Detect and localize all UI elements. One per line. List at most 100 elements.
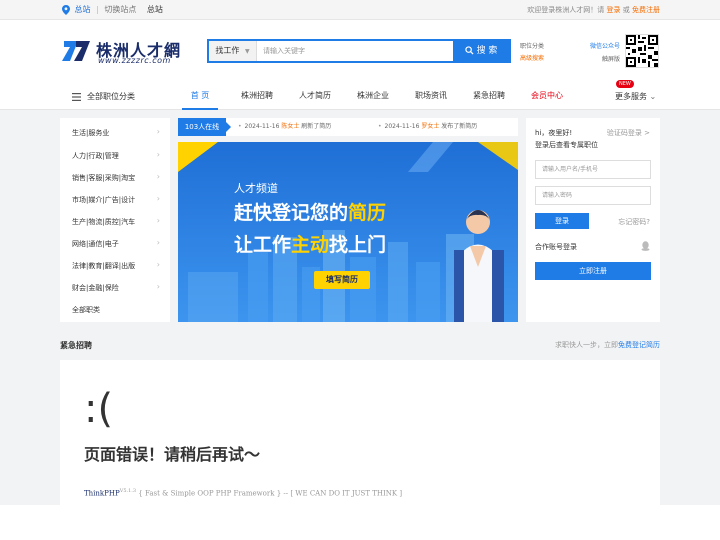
banner-line-2: 让工作主动找上门 (234, 234, 387, 256)
urgent-section-header: 紧急招聘 求职快人一步，立即免费登记简历 (60, 334, 660, 358)
urgent-title: 紧急招聘 (60, 341, 92, 350)
fill-resume-button[interactable]: 填写简历 (314, 271, 370, 289)
code-login-link[interactable]: 验证码登录 > (607, 128, 650, 138)
ticker-entry[interactable]: • 2024-11-16 陈女士 刷新了简历 (238, 118, 331, 136)
category-item[interactable]: 销售|客服|采购|淘宝 › (72, 172, 160, 183)
nav-zhuzhou-jobs[interactable]: 株洲招聘 (236, 82, 278, 110)
advanced-search-link[interactable]: 高级搜索 (520, 53, 544, 65)
framework-slogan: { Fast & Simple OOP PHP Framework } -- [… (138, 489, 403, 498)
category-label: 人力|行政|管理 (72, 152, 119, 160)
category-label: 财会|金融|保险 (72, 284, 119, 292)
chevron-right-icon: › (156, 150, 160, 159)
top-login-link[interactable]: 登录 (607, 6, 621, 14)
main-site-link[interactable]: 总站 (147, 5, 163, 14)
register-button[interactable]: 立即注册 (535, 262, 651, 280)
chevron-right-icon: › (156, 216, 160, 225)
header-links: 职位分类 高级搜索 (520, 41, 544, 65)
search-type-select[interactable]: 找工作 ▼ (209, 41, 257, 61)
category-item[interactable]: 生产|物流|质控|汽车 › (72, 216, 160, 227)
qr-code-icon (626, 35, 658, 67)
ticker-entry[interactable]: • 2024-11-16 罗女士 发布了新简历 (378, 118, 477, 136)
category-item[interactable]: 网络|通信|电子 › (72, 238, 160, 249)
banner-line-1: 赶快登记您的简历 (234, 202, 387, 224)
nav-home[interactable]: 首 页 (182, 82, 218, 110)
online-count: 103人在线 (178, 118, 231, 136)
chevron-right-icon: › (156, 238, 160, 247)
greeting: hi，夜里好! (535, 129, 573, 137)
chevron-right-icon: › (156, 260, 160, 269)
search-input[interactable] (263, 43, 453, 59)
chevron-right-icon: › (156, 172, 160, 181)
password-input[interactable] (535, 186, 651, 205)
framework-footer: ThinkPHPV5.1.3 { Fast & Simple OOP PHP F… (84, 488, 402, 497)
touch-screen-link[interactable]: 触屏版 (588, 53, 620, 66)
ticker-name: 陈女士 (281, 123, 300, 130)
promo-banner[interactable]: 人才频道 赶快登记您的简历 让工作主动找上门 填写简历 (178, 142, 518, 322)
search-bar: 找工作 ▼ 搜 索 (207, 39, 511, 63)
chevron-right-icon: › (156, 127, 160, 136)
framework-name[interactable]: ThinkPHP (84, 489, 120, 497)
category-item[interactable]: 法律|教育|翻译|出版 › (72, 260, 160, 271)
login-subtitle: 登录后查看专属职位 (535, 141, 598, 149)
activity-ticker: 103人在线 • 2024-11-16 陈女士 刷新了简历 • 2024-11-16… (178, 118, 518, 136)
page-bottom (0, 505, 720, 540)
forgot-password-link[interactable]: 忘记密码? (618, 217, 650, 227)
register-resume-link[interactable]: 免费登记简历 (618, 341, 660, 349)
new-badge: NEW (616, 80, 634, 88)
search-type-label: 找工作 (215, 46, 240, 55)
category-label: 全部职类 (72, 306, 100, 314)
ticker-date: 2024-11-16 (384, 123, 420, 130)
all-categories-label: 全部职位分类 (87, 92, 135, 101)
nav-member-center[interactable]: 会员中心 (526, 82, 568, 110)
search-button[interactable]: 搜 索 (453, 41, 509, 61)
wechat-links: 微信公众号 触屏版 (588, 40, 620, 66)
top-bar: 总站 | 切换站点 总站 欢迎登录株洲人才网！请 登录 或 免费注册 (0, 0, 720, 20)
nav-career-news[interactable]: 职场资讯 (410, 82, 452, 110)
location-pin-icon (62, 4, 70, 15)
chevron-right-icon: › (156, 194, 160, 203)
category-label: 生产|物流|质控|汽车 (72, 218, 136, 226)
category-label: 网络|通信|电子 (72, 240, 119, 248)
error-face: :( (84, 386, 114, 432)
banner-tag: 人才频道 (234, 182, 278, 195)
wechat-link[interactable]: 微信公众号 (588, 40, 620, 53)
or-text: 或 (622, 6, 630, 14)
login-panel: hi，夜里好! 验证码登录 > 登录后查看专属职位 登录 忘记密码? 合作账号登… (526, 118, 660, 322)
category-item[interactable]: 生活|服务业 › (72, 127, 160, 138)
logo-mark-icon (62, 41, 90, 61)
menu-icon (72, 92, 81, 101)
category-label: 市场|媒介|广告|设计 (72, 196, 136, 204)
chevron-down-icon: ▼ (244, 48, 250, 55)
all-categories-button[interactable]: 全部职位分类 (72, 91, 135, 102)
top-welcome: 欢迎登录株洲人才网！请 登录 或 免费注册 (527, 0, 660, 20)
ticker-date: 2024-11-16 (244, 123, 280, 130)
nav-resumes[interactable]: 人才简历 (294, 82, 336, 110)
logo-en: www.zzzzrc.com (98, 56, 171, 65)
switch-site-link[interactable]: 切换站点 (104, 5, 136, 14)
nav-companies[interactable]: 株洲企业 (352, 82, 394, 110)
chevron-right-icon: › (156, 282, 160, 291)
divider: | (96, 5, 99, 14)
category-label: 销售|客服|采购|淘宝 (72, 174, 136, 182)
ticker-name: 罗女士 (421, 123, 440, 130)
category-item[interactable]: 财会|金融|保险 › (72, 282, 160, 293)
welcome-text: 欢迎登录株洲人才网！请 (527, 6, 605, 14)
category-label: 生活|服务业 (72, 129, 110, 137)
error-message: 页面错误！请稍后再试～ (84, 445, 261, 464)
urgent-hint: 求职快人一步，立即免费登记简历 (555, 341, 660, 349)
more-services-button[interactable]: 更多服务 ⌄ (615, 91, 656, 102)
more-services-label: 更多服务 (615, 92, 647, 101)
login-button[interactable]: 登录 (535, 213, 589, 229)
category-item[interactable]: 市场|媒介|广告|设计 › (72, 194, 160, 205)
category-item[interactable]: 人力|行政|管理 › (72, 150, 160, 161)
search-button-label: 搜 索 (476, 46, 498, 56)
site-logo[interactable]: 株洲人才網 www.zzzzrc.com (62, 37, 184, 67)
job-category-link[interactable]: 职位分类 (520, 41, 544, 53)
username-input[interactable] (535, 160, 651, 179)
nav-urgent-jobs[interactable]: 紧急招聘 (468, 82, 510, 110)
current-site: 总站 (74, 5, 91, 14)
chevron-down-icon: ⌄ (649, 92, 657, 101)
qq-icon[interactable] (641, 241, 650, 251)
category-item-all[interactable]: 全部职类 (72, 305, 160, 315)
top-register-link[interactable]: 免费注册 (632, 6, 660, 14)
